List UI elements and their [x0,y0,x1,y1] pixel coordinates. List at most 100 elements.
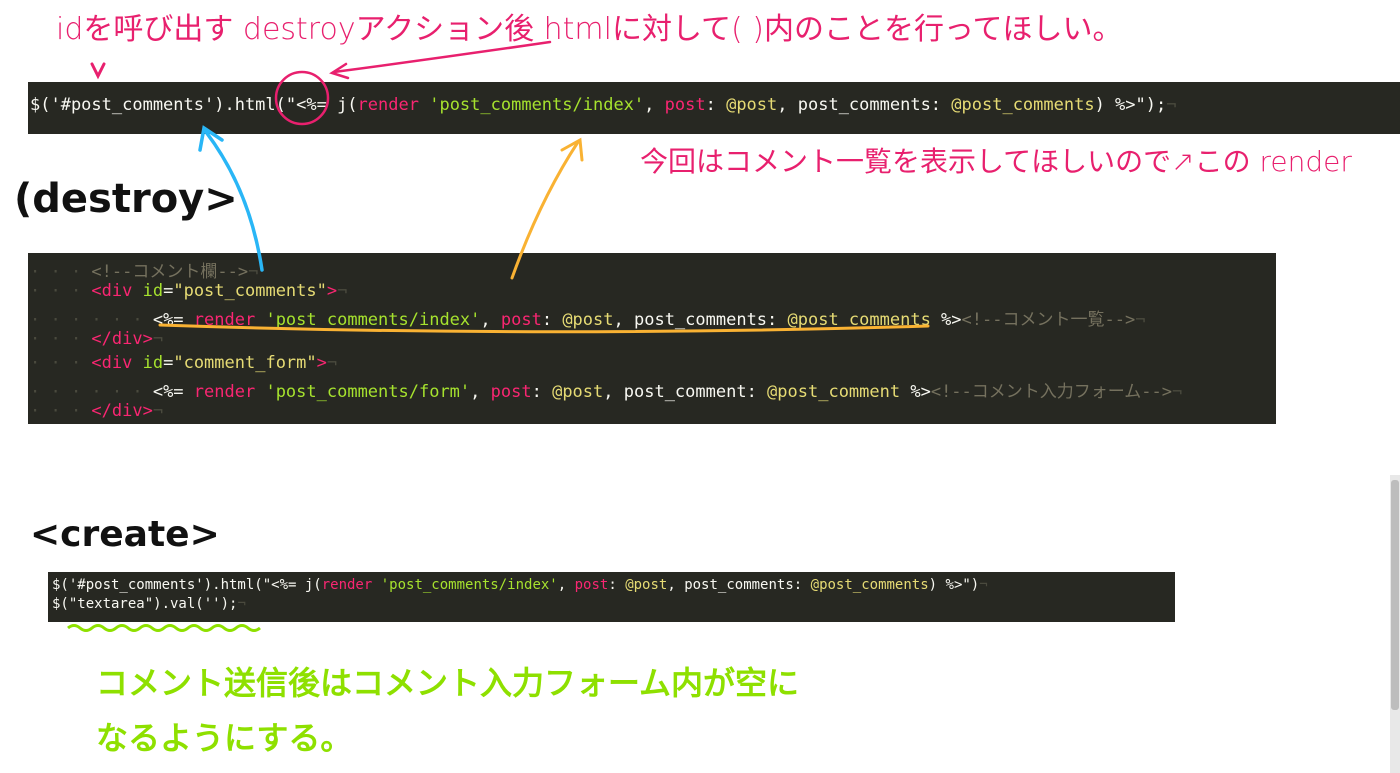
code-token: , [603,382,624,402]
code-token: : [531,382,553,402]
code-selector: $('#post_comments'). [30,95,235,115]
code-ivar: @post [552,382,604,402]
html-attr-value: "post_comments" [173,281,327,301]
code-key: post [574,577,609,593]
code-line: · · · · · · <%= render 'post_comments/fo… [30,377,1182,402]
code-token: , [777,95,798,115]
code-snippet-top: $('#post_comments').html("<%= j(render '… [28,82,1400,134]
code-render-keyword: render [193,382,256,402]
eol-marker: ¬ [1135,310,1146,330]
code-ivar: @post [562,310,614,330]
code-render-path: 'post_comments/form' [265,382,471,402]
code-token: , [470,382,491,402]
code-token: , [644,95,665,115]
code-ivar: @post [625,577,668,593]
code-ivar: @post_comments [810,577,929,593]
code-line: · · · · · · <%= render 'post_comments/in… [30,305,1145,330]
html-comment: <!--コメント欄--> [91,262,249,282]
indent-guides: · · · [30,281,92,301]
eol-marker: ¬ [1166,95,1177,115]
code-key: post [490,382,532,402]
code-ivar: @post_comments [951,95,1095,115]
indent-guides: · · · · · · [30,382,153,402]
code-render-path: 'post_comments/index' [265,310,481,330]
eol-marker: ¬ [326,353,338,373]
top-annotation: idを呼び出す destroyアクション後 htmlに対して( )内のことを行っ… [56,12,1123,47]
create-label: <create> [30,514,220,555]
destroy-label: (destroy> [14,176,238,222]
code-key: post_comment: [623,382,768,402]
code-token: ) %>") [928,577,980,593]
code-snippet-create: $('#post_comments').html("<%= j(render '… [48,572,1175,622]
code-render-keyword: render [357,95,419,115]
eol-marker: ¬ [337,281,348,301]
code-key: post [500,310,542,330]
code-line: $('#post_comments').html("<%= j(render '… [52,577,988,593]
erb-close: %> [900,382,931,402]
code-token: , [557,577,575,593]
code-line: · · · <div id="comment_form">¬ [30,353,337,373]
code-line: $('#post_comments').html("<%= j(render '… [30,95,1176,115]
green-annotation-line-2: なるようにする。 [96,719,353,757]
html-tag: </div> [91,401,153,421]
orange-arrow-head [560,137,584,162]
code-token: = [163,353,174,373]
html-tag: > [316,353,327,373]
html-tag: <div [91,353,143,373]
code-key: post_comments: [684,577,811,593]
html-tag: <div [91,281,143,301]
html-attr-value: "comment_form" [173,353,317,373]
html-tag: > [326,281,338,301]
code-line: · · · </div>¬ [30,401,163,421]
html-comment: <!--コメント入力フォーム--> [930,382,1172,402]
eol-marker: ¬ [248,262,259,282]
code-line: · · · <!--コメント欄-->¬ [30,257,258,282]
code-token: ("<%= j( [275,95,358,115]
scrollbar-thumb[interactable] [1391,480,1399,710]
code-token: = [163,281,174,301]
down-arrow-pink [90,62,106,80]
code-render-path: 'post_comments/index' [380,577,558,593]
code-line: · · · <div id="post_comments">¬ [30,281,347,301]
right-annotation: 今回はコメント一覧を表示してほしいので↗この render [640,145,1352,178]
code-ivar: @post [726,95,778,115]
html-attr: id [142,353,164,373]
code-token: , [613,310,634,330]
erb-close: %> [930,310,962,330]
erb-open: <%= [152,310,194,330]
indent-guides: · · · [30,401,92,421]
indent-guides: · · · · · · [30,310,153,330]
eol-marker: ¬ [152,401,164,421]
textarea-reset-code: $("textarea").val(''); [52,596,238,612]
eol-marker: ¬ [152,329,164,349]
indent-guides: · · · [30,353,92,373]
eol-marker: ¬ [1171,382,1183,402]
eol-marker: ¬ [237,596,246,612]
green-wavy-underline [67,624,261,632]
code-token: , [667,577,685,593]
code-token: , [480,310,501,330]
code-token: : [541,310,563,330]
code-selector: $('#post_comments').html("<%= j( [52,577,322,593]
html-tag: </div> [91,329,153,349]
html-comment: <!--コメント一覧--> [961,310,1136,330]
code-render-path: 'post_comments/index' [429,95,645,115]
code-render-keyword: render [321,577,373,593]
code-token: : [705,95,727,115]
code-ivar: @post_comment [767,382,901,402]
code-line: $("textarea").val('');¬ [52,596,246,612]
code-key: post_comments: [633,310,788,330]
code-line: · · · </div>¬ [30,329,163,349]
html-attr: id [142,281,164,301]
code-key: post_comments: [797,95,952,115]
code-ivar: @post_comments [787,310,931,330]
code-snippet-destroy: · · · <!--コメント欄-->¬ · · · <div id="post_… [28,253,1276,424]
pink-arrow-head [329,62,350,80]
indent-guides: · · · [30,262,92,282]
code-render-keyword: render [193,310,256,330]
green-annotation-line-1: コメント送信後はコメント入力フォーム内が空に [96,664,800,702]
code-token: ) %>"); [1094,95,1167,115]
indent-guides: · · · [30,329,92,349]
code-key: post [664,95,706,115]
code-token: : [608,577,626,593]
